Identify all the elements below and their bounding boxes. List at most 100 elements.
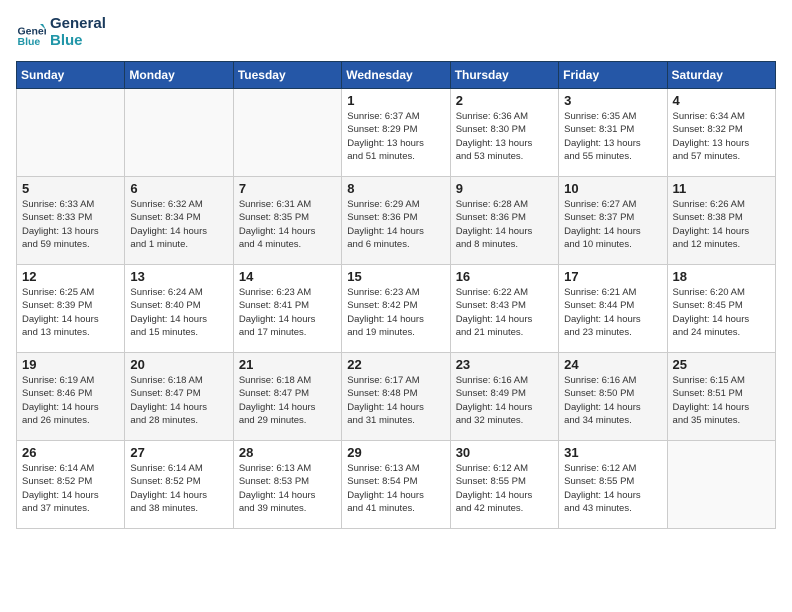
calendar-cell: 2 Sunrise: 6:36 AM Sunset: 8:30 PM Daylig… (450, 89, 558, 177)
day-info: Sunrise: 6:29 AM Sunset: 8:36 PM Dayligh… (347, 198, 444, 251)
weekday-header-wednesday: Wednesday (342, 62, 450, 89)
day-number: 2 (456, 93, 553, 108)
day-number: 28 (239, 445, 336, 460)
calendar-cell: 24 Sunrise: 6:16 AM Sunset: 8:50 PM Dayli… (559, 353, 667, 441)
day-info: Sunrise: 6:32 AM Sunset: 8:34 PM Dayligh… (130, 198, 227, 251)
day-number: 13 (130, 269, 227, 284)
header-row: SundayMondayTuesdayWednesdayThursdayFrid… (17, 62, 776, 89)
calendar-cell: 4Sunrise: 6:34 AM Sunset: 8:32 PM Daylig… (667, 89, 775, 177)
day-number: 31 (564, 445, 661, 460)
day-number: 18 (673, 269, 770, 284)
day-info: Sunrise: 6:31 AM Sunset: 8:35 PM Dayligh… (239, 198, 336, 251)
weekday-header-tuesday: Tuesday (233, 62, 341, 89)
day-number: 19 (22, 357, 119, 372)
day-number: 3 (564, 93, 661, 108)
day-number: 22 (347, 357, 444, 372)
week-row-1: 1 Sunrise: 6:37 AM Sunset: 8:29 PM Daylig… (17, 89, 776, 177)
day-number: 5 (22, 181, 119, 196)
calendar-cell: 3Sunrise: 6:35 AM Sunset: 8:31 PM Daylig… (559, 89, 667, 177)
weekday-header-monday: Monday (125, 62, 233, 89)
day-number: 9 (456, 181, 553, 196)
day-info: Sunrise: 6:13 AM Sunset: 8:54 PM Dayligh… (347, 462, 444, 515)
day-info: Sunrise: 6:13 AM Sunset: 8:53 PM Dayligh… (239, 462, 336, 515)
calendar-cell: 8 Sunrise: 6:29 AM Sunset: 8:36 PM Daylig… (342, 177, 450, 265)
day-number: 4 (673, 93, 770, 108)
logo: General Blue General Blue (16, 16, 106, 49)
day-info: Sunrise: 6:15 AM Sunset: 8:51 PM Dayligh… (673, 374, 770, 427)
day-number: 14 (239, 269, 336, 284)
day-number: 21 (239, 357, 336, 372)
calendar-cell: 17 Sunrise: 6:21 AM Sunset: 8:44 PM Dayli… (559, 265, 667, 353)
day-number: 16 (456, 269, 553, 284)
day-number: 20 (130, 357, 227, 372)
calendar-cell: 9 Sunrise: 6:28 AM Sunset: 8:36 PM Daylig… (450, 177, 558, 265)
calendar-cell: 22 Sunrise: 6:17 AM Sunset: 8:48 PM Dayli… (342, 353, 450, 441)
day-number: 12 (22, 269, 119, 284)
day-info: Sunrise: 6:12 AM Sunset: 8:55 PM Dayligh… (456, 462, 553, 515)
day-info: Sunrise: 6:20 AM Sunset: 8:45 PM Dayligh… (673, 286, 770, 339)
week-row-4: 19 Sunrise: 6:19 AM Sunset: 8:46 PM Dayli… (17, 353, 776, 441)
day-info: Sunrise: 6:18 AM Sunset: 8:47 PM Dayligh… (239, 374, 336, 427)
calendar-cell: 10 Sunrise: 6:27 AM Sunset: 8:37 PM Dayli… (559, 177, 667, 265)
day-info: Sunrise: 6:28 AM Sunset: 8:36 PM Dayligh… (456, 198, 553, 251)
calendar-cell (233, 89, 341, 177)
day-info: Sunrise: 6:37 AM Sunset: 8:29 PM Dayligh… (347, 110, 444, 163)
day-number: 15 (347, 269, 444, 284)
day-number: 1 (347, 93, 444, 108)
day-info: Sunrise: 6:23 AM Sunset: 8:41 PM Dayligh… (239, 286, 336, 339)
day-number: 23 (456, 357, 553, 372)
calendar-cell: 12 Sunrise: 6:25 AM Sunset: 8:39 PM Dayli… (17, 265, 125, 353)
day-number: 27 (130, 445, 227, 460)
calendar-cell: 27 Sunrise: 6:14 AM Sunset: 8:52 PM Dayli… (125, 441, 233, 529)
day-info: Sunrise: 6:36 AM Sunset: 8:30 PM Dayligh… (456, 110, 553, 163)
day-number: 7 (239, 181, 336, 196)
calendar-cell: 20 Sunrise: 6:18 AM Sunset: 8:47 PM Dayli… (125, 353, 233, 441)
day-info: Sunrise: 6:22 AM Sunset: 8:43 PM Dayligh… (456, 286, 553, 339)
calendar-cell: 28 Sunrise: 6:13 AM Sunset: 8:53 PM Dayli… (233, 441, 341, 529)
calendar-cell: 29 Sunrise: 6:13 AM Sunset: 8:54 PM Dayli… (342, 441, 450, 529)
day-info: Sunrise: 6:14 AM Sunset: 8:52 PM Dayligh… (130, 462, 227, 515)
page-header: General Blue General Blue (16, 16, 776, 49)
week-row-5: 26Sunrise: 6:14 AM Sunset: 8:52 PM Dayli… (17, 441, 776, 529)
day-info: Sunrise: 6:16 AM Sunset: 8:50 PM Dayligh… (564, 374, 661, 427)
day-info: Sunrise: 6:24 AM Sunset: 8:40 PM Dayligh… (130, 286, 227, 339)
day-info: Sunrise: 6:12 AM Sunset: 8:55 PM Dayligh… (564, 462, 661, 515)
day-info: Sunrise: 6:33 AM Sunset: 8:33 PM Dayligh… (22, 198, 119, 251)
calendar-cell: 30 Sunrise: 6:12 AM Sunset: 8:55 PM Dayli… (450, 441, 558, 529)
calendar-cell: 5 Sunrise: 6:33 AM Sunset: 8:33 PM Daylig… (17, 177, 125, 265)
day-number: 10 (564, 181, 661, 196)
logo-text-line1: General (50, 16, 106, 33)
day-info: Sunrise: 6:19 AM Sunset: 8:46 PM Dayligh… (22, 374, 119, 427)
calendar-cell (17, 89, 125, 177)
day-info: Sunrise: 6:25 AM Sunset: 8:39 PM Dayligh… (22, 286, 119, 339)
day-number: 8 (347, 181, 444, 196)
calendar-cell: 19 Sunrise: 6:19 AM Sunset: 8:46 PM Dayli… (17, 353, 125, 441)
day-info: Sunrise: 6:27 AM Sunset: 8:37 PM Dayligh… (564, 198, 661, 251)
calendar-cell: 11Sunrise: 6:26 AM Sunset: 8:38 PM Dayli… (667, 177, 775, 265)
logo-icon: General Blue (16, 18, 46, 48)
weekday-header-sunday: Sunday (17, 62, 125, 89)
calendar-cell: 26Sunrise: 6:14 AM Sunset: 8:52 PM Dayli… (17, 441, 125, 529)
calendar-cell: 1 Sunrise: 6:37 AM Sunset: 8:29 PM Daylig… (342, 89, 450, 177)
day-number: 29 (347, 445, 444, 460)
calendar-cell: 18 Sunrise: 6:20 AM Sunset: 8:45 PM Dayli… (667, 265, 775, 353)
calendar-cell: 7 Sunrise: 6:31 AM Sunset: 8:35 PM Daylig… (233, 177, 341, 265)
calendar-cell: 6 Sunrise: 6:32 AM Sunset: 8:34 PM Daylig… (125, 177, 233, 265)
day-info: Sunrise: 6:14 AM Sunset: 8:52 PM Dayligh… (22, 462, 119, 515)
calendar-cell (667, 441, 775, 529)
day-number: 25 (673, 357, 770, 372)
week-row-3: 12 Sunrise: 6:25 AM Sunset: 8:39 PM Dayli… (17, 265, 776, 353)
day-number: 11 (673, 181, 770, 196)
calendar-cell: 25 Sunrise: 6:15 AM Sunset: 8:51 PM Dayli… (667, 353, 775, 441)
calendar-cell: 31 Sunrise: 6:12 AM Sunset: 8:55 PM Dayli… (559, 441, 667, 529)
calendar-cell: 13 Sunrise: 6:24 AM Sunset: 8:40 PM Dayli… (125, 265, 233, 353)
day-number: 6 (130, 181, 227, 196)
day-number: 30 (456, 445, 553, 460)
day-info: Sunrise: 6:23 AM Sunset: 8:42 PM Dayligh… (347, 286, 444, 339)
day-info: Sunrise: 6:21 AM Sunset: 8:44 PM Dayligh… (564, 286, 661, 339)
day-info: Sunrise: 6:17 AM Sunset: 8:48 PM Dayligh… (347, 374, 444, 427)
day-info: Sunrise: 6:18 AM Sunset: 8:47 PM Dayligh… (130, 374, 227, 427)
calendar-cell: 23Sunrise: 6:16 AM Sunset: 8:49 PM Dayli… (450, 353, 558, 441)
day-number: 17 (564, 269, 661, 284)
day-number: 24 (564, 357, 661, 372)
